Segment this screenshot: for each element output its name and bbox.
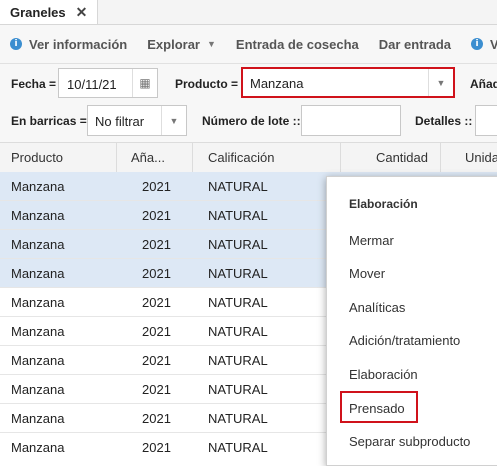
ver-label: Ve <box>490 36 497 52</box>
menu-item-analiticas[interactable]: Analíticas <box>349 300 405 315</box>
entrada-cosecha-label: Entrada de cosecha <box>235 36 359 52</box>
detalles-label: Detalles :: <box>415 114 473 128</box>
cell-calificacion: NATURAL <box>208 381 268 397</box>
cell-anada: 2021 <box>142 236 171 252</box>
chevron-down-icon[interactable]: ▼ <box>161 106 186 135</box>
menu-item-separar-subproducto[interactable]: Separar subproducto <box>349 434 470 449</box>
cell-producto: Manzana <box>11 236 65 252</box>
context-menu-title: Elaboración <box>349 197 418 211</box>
menu-item-mermar[interactable]: Mermar <box>349 233 394 248</box>
column-header-anada[interactable]: Aña... <box>117 143 193 172</box>
menu-item-elaboracion[interactable]: Elaboración <box>349 367 418 382</box>
cell-anada: 2021 <box>142 381 171 397</box>
close-icon[interactable]: ✕ <box>76 4 88 21</box>
explorar-button[interactable]: Explorar ▼ <box>137 25 226 63</box>
explorar-label: Explorar <box>147 36 200 52</box>
lote-label: Número de lote :: <box>202 114 301 128</box>
anada-label: Añad <box>470 77 497 91</box>
ver-informacion-button[interactable]: i Ver información <box>0 25 137 63</box>
cell-calificacion: NATURAL <box>208 178 268 194</box>
cell-calificacion: NATURAL <box>208 207 268 223</box>
cell-producto: Manzana <box>11 439 65 455</box>
ver-button[interactable]: i Ve <box>461 25 497 63</box>
cell-anada: 2021 <box>142 439 171 455</box>
producto-value: Manzana <box>250 76 304 91</box>
cell-calificacion: NATURAL <box>208 352 268 368</box>
cell-calificacion: NATURAL <box>208 236 268 252</box>
dar-entrada-label: Dar entrada <box>378 36 451 52</box>
cell-calificacion: NATURAL <box>208 294 268 310</box>
chevron-down-icon[interactable]: ▼ <box>428 69 453 96</box>
ver-informacion-label: Ver información <box>29 36 128 52</box>
detalles-input[interactable] <box>475 105 497 136</box>
fecha-field[interactable]: 10/11/21 ▦ <box>58 68 158 98</box>
cell-anada: 2021 <box>142 352 171 368</box>
toolbar: i Ver información Explorar ▼ Entrada de … <box>0 25 497 64</box>
dar-entrada-button[interactable]: Dar entrada <box>369 25 461 63</box>
lote-input[interactable] <box>301 105 401 136</box>
cell-anada: 2021 <box>142 323 171 339</box>
barricas-value: No filtrar <box>95 114 145 129</box>
cell-anada: 2021 <box>142 178 171 194</box>
cell-producto: Manzana <box>11 352 65 368</box>
calendar-icon[interactable]: ▦ <box>132 69 157 97</box>
column-header-calificacion[interactable]: Calificación <box>193 143 341 172</box>
cell-anada: 2021 <box>142 294 171 310</box>
menu-item-mover[interactable]: Mover <box>349 266 385 281</box>
cell-producto: Manzana <box>11 323 65 339</box>
prensado-highlight <box>340 391 418 423</box>
info-icon: i <box>471 38 483 50</box>
grid-header: Producto Aña... Calificación Cantidad Un… <box>0 142 497 173</box>
producto-select[interactable]: Manzana ▼ <box>241 67 455 98</box>
cell-producto: Manzana <box>11 410 65 426</box>
fecha-value: 10/11/21 <box>67 77 117 92</box>
chevron-down-icon: ▼ <box>207 39 216 49</box>
menu-item-adicion-tratamiento[interactable]: Adición/tratamiento <box>349 333 460 348</box>
fecha-label: Fecha = <box>11 77 57 91</box>
column-header-producto[interactable]: Producto <box>0 143 117 172</box>
cell-calificacion: NATURAL <box>208 439 268 455</box>
tab-label: Graneles <box>10 4 66 20</box>
cell-calificacion: NATURAL <box>208 410 268 426</box>
tab-graneles[interactable]: Graneles ✕ <box>0 0 99 24</box>
tab-bar: Graneles ✕ <box>0 0 497 25</box>
column-header-cantidad[interactable]: Cantidad <box>341 143 441 172</box>
cell-anada: 2021 <box>142 207 171 223</box>
cell-producto: Manzana <box>11 207 65 223</box>
barricas-label: En barricas = <box>11 114 87 128</box>
entrada-cosecha-button[interactable]: Entrada de cosecha <box>226 25 369 63</box>
cell-producto: Manzana <box>11 294 65 310</box>
info-icon: i <box>10 38 22 50</box>
cell-calificacion: NATURAL <box>208 323 268 339</box>
cell-producto: Manzana <box>11 381 65 397</box>
cell-producto: Manzana <box>11 265 65 281</box>
cell-calificacion: NATURAL <box>208 265 268 281</box>
barricas-select[interactable]: No filtrar ▼ <box>87 105 187 136</box>
cell-anada: 2021 <box>142 265 171 281</box>
column-header-unidad[interactable]: Unida <box>441 143 497 172</box>
cell-anada: 2021 <box>142 410 171 426</box>
producto-label: Producto = <box>175 77 239 91</box>
cell-producto: Manzana <box>11 178 65 194</box>
